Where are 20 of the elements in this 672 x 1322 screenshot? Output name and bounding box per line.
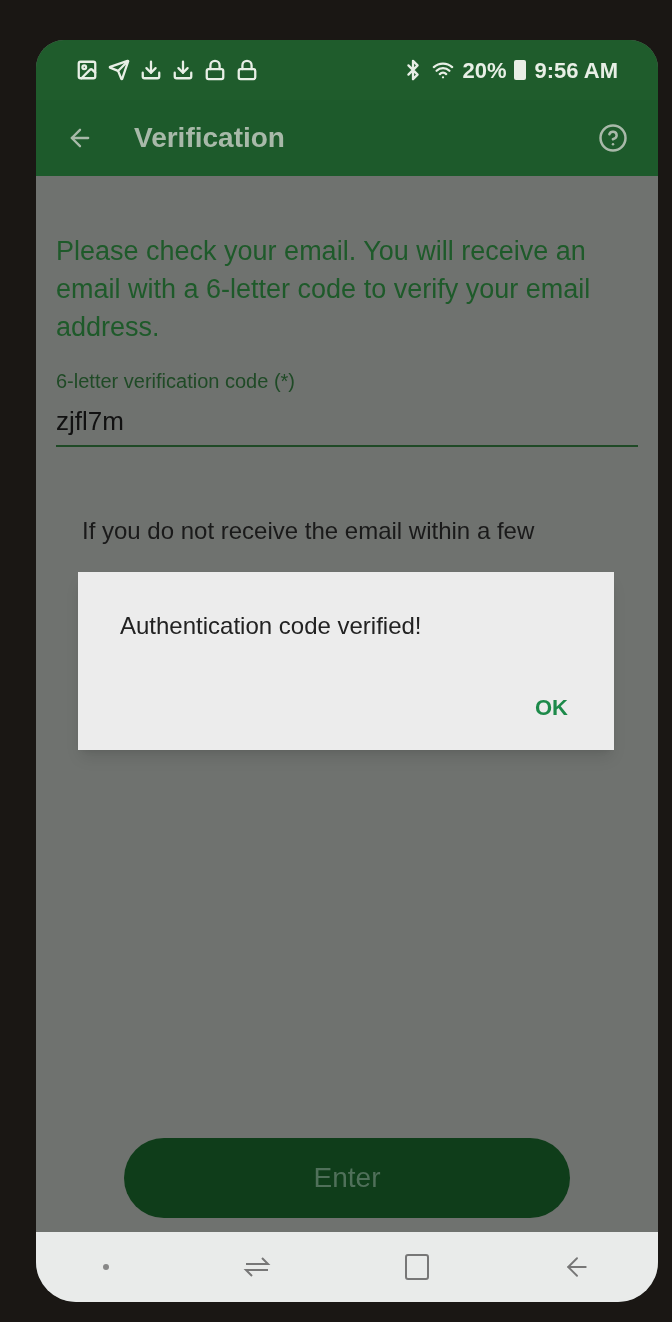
dialog-message: Authentication code verified! xyxy=(120,611,423,641)
resend-note: If you do not receive the email within a few xyxy=(81,516,536,546)
instructions-text: Please check your email. You will receive an email with a 6-letter code to verify your email address. xyxy=(56,235,592,344)
download-icon xyxy=(140,59,162,81)
ok-button[interactable]: OK xyxy=(531,691,572,724)
wifi-icon xyxy=(432,59,455,81)
lock-icon xyxy=(236,59,258,81)
help-button[interactable] xyxy=(598,123,628,153)
enter-button[interactable]: Enter xyxy=(124,1138,570,1218)
lock-icon xyxy=(204,59,226,81)
screen-title: Verification xyxy=(134,121,285,155)
picture-icon xyxy=(76,59,98,81)
battery-percent: 20% xyxy=(462,56,507,85)
battery-icon xyxy=(514,60,527,80)
send-icon xyxy=(108,59,130,81)
code-input[interactable]: zjfl7m xyxy=(56,402,638,447)
download-icon xyxy=(172,59,194,81)
clock-time: 9:56 AM xyxy=(534,56,618,85)
field-label: 6-letter verification code (*) xyxy=(56,369,296,394)
home-button[interactable] xyxy=(404,1254,429,1280)
